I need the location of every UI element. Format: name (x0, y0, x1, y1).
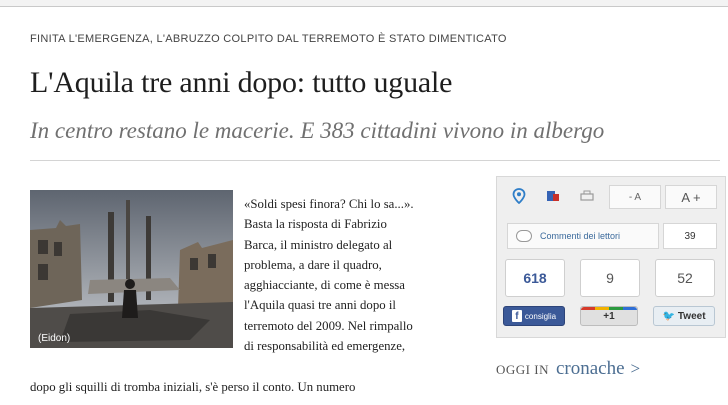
share-icon[interactable] (541, 185, 565, 207)
facebook-count: 618 (505, 259, 565, 297)
photo-caption: (Eidon) (38, 333, 71, 344)
tweet-count: 52 (655, 259, 715, 297)
photo-image (30, 190, 233, 348)
location-icon[interactable] (507, 185, 531, 207)
facebook-like-button[interactable]: f consiglia (503, 306, 565, 326)
tweet-button[interactable]: 🐦 Tweet (653, 306, 715, 326)
plusone-color-stripe (581, 307, 637, 310)
top-navigation-bar (0, 0, 728, 7)
facebook-button-label: consiglia (524, 311, 557, 321)
oggi-prefix: OGGI IN (496, 362, 549, 377)
chevron-right-icon: > (630, 359, 641, 378)
article-tools-panel: - A A + Commenti dei lettori 39 618 9 52… (496, 176, 726, 338)
facebook-icon: f (511, 310, 522, 322)
article-line: «Soldi spesi finora? Chi lo sa...». (244, 197, 414, 211)
article-line: terremoto del 2009. Nel rimpallo (244, 318, 413, 333)
oggi-in-section[interactable]: OGGI IN cronache > (496, 358, 640, 380)
plusone-button-label: +1 (603, 310, 615, 322)
comments-count[interactable]: 39 (663, 223, 717, 249)
article-line: Barca, il ministro delegato al (244, 237, 393, 252)
header-divider (30, 160, 720, 161)
tweet-button-label: Tweet (677, 310, 706, 322)
comments-link[interactable]: Commenti dei lettori (507, 223, 659, 249)
article-line: di responsabilità ed emergenze, (244, 339, 406, 354)
article-line-continued: dopo gli squilli di tromba iniziali, s'è… (30, 380, 356, 394)
twitter-bird-icon: 🐦 (662, 310, 675, 322)
comment-bubble-icon (516, 230, 532, 242)
plusone-count: 9 (580, 259, 640, 297)
font-decrease-button[interactable]: - A (609, 185, 661, 209)
article-line: l'Aquila quasi tre anni dopo il (244, 298, 396, 313)
oggi-section-link[interactable]: cronache (556, 358, 625, 379)
article-title: L'Aquila tre anni dopo: tutto uguale (30, 66, 453, 99)
article-line: agghiacciante, di come è messa (244, 278, 405, 293)
article-line: Basta la risposta di Fabrizio (244, 217, 387, 232)
font-increase-button[interactable]: A + (665, 185, 717, 209)
article-kicker: FINITA L'EMERGENZA, L'ABRUZZO COLPITO DA… (30, 33, 507, 45)
comments-label: Commenti dei lettori (540, 231, 621, 241)
article-photo[interactable]: (Eidon) (30, 190, 233, 348)
article-body: «Soldi spesi finora? Chi lo sa...». Bast… (244, 194, 480, 356)
article-subtitle: In centro restano le macerie. E 383 citt… (30, 118, 605, 143)
google-plusone-button[interactable]: +1 (580, 306, 638, 326)
article-line: problema, a dare il quadro, (244, 257, 382, 272)
print-icon[interactable] (575, 185, 599, 207)
